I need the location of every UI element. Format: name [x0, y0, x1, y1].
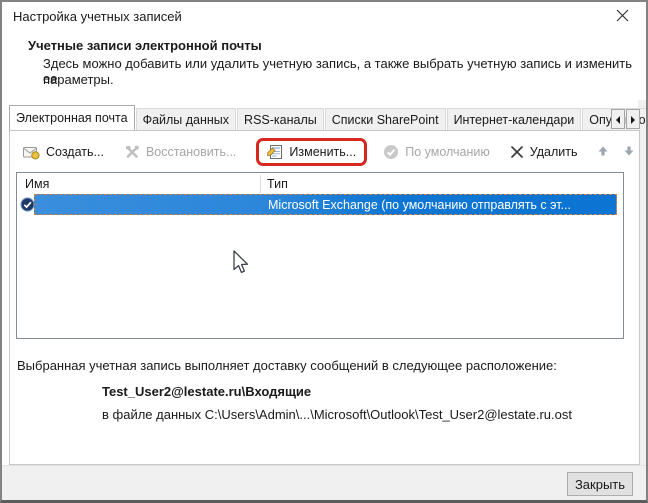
selected-row-highlight[interactable]: Microsoft Exchange (по умолчанию отправл…: [34, 194, 617, 215]
tab-scroll-right-button[interactable]: [626, 109, 640, 129]
accounts-list: Имя Тип Microsoft Exchange (по умолчанию…: [16, 172, 624, 339]
close-icon: [616, 9, 629, 25]
data-file-path-text: в файле данных C:\Users\Admin\...\Micros…: [102, 407, 572, 422]
accounts-toolbar: Создать... Восстановить...: [19, 140, 638, 164]
account-row-selected[interactable]: Microsoft Exchange (по умолчанию отправл…: [17, 194, 623, 216]
set-default-label: По умолчанию: [405, 145, 490, 159]
new-email-icon: [23, 145, 40, 160]
page-title: Учетные записи электронной почты: [28, 38, 262, 53]
repair-account-label: Восстановить...: [146, 145, 236, 159]
change-button-highlight-annotation: Изменить...: [256, 138, 367, 166]
tab-internet-calendars[interactable]: Интернет-календари: [447, 108, 582, 130]
tab-email[interactable]: Электронная почта: [9, 105, 135, 130]
change-account-button[interactable]: Изменить...: [263, 142, 360, 162]
column-header-type[interactable]: Тип: [267, 173, 288, 194]
page-description-line2: параметры.: [43, 72, 114, 87]
dialog-footer: Закрыть: [2, 465, 646, 501]
column-header-name[interactable]: Имя: [25, 173, 49, 194]
title-bar: Настройка учетных записей: [2, 2, 646, 32]
set-default-button: По умолчанию: [379, 142, 494, 162]
change-form-icon: [267, 144, 283, 160]
account-settings-dialog: Настройка учетных записей Учетные записи…: [0, 0, 648, 503]
page-description-line1: Здесь можно добавить или удалить учетную…: [43, 56, 646, 86]
chevron-right-icon: [630, 112, 636, 127]
default-account-badge-icon: [20, 197, 35, 217]
default-check-icon: [383, 144, 399, 160]
tab-sharepoint-lists[interactable]: Списки SharePoint: [325, 108, 446, 130]
arrow-down-icon: [623, 145, 635, 160]
email-tab-page: Создать... Восстановить...: [9, 130, 640, 465]
arrow-up-icon: [597, 145, 609, 160]
repair-account-button: Восстановить...: [120, 142, 240, 162]
column-separator: [260, 175, 261, 193]
move-down-button: [620, 143, 638, 162]
account-type-value: Microsoft Exchange (по умолчанию отправл…: [268, 198, 571, 212]
new-account-label: Создать...: [46, 145, 104, 159]
move-up-button: [594, 143, 612, 162]
delivery-info-text: Выбранная учетная запись выполняет доста…: [17, 358, 557, 373]
delivery-account-value: Test_User2@lestate.ru\Входящие: [102, 384, 311, 399]
tab-strip: Электронная почта Файлы данных RSS-канал…: [9, 106, 648, 130]
repair-tools-icon: [124, 144, 140, 160]
remove-account-button[interactable]: Удалить: [506, 143, 582, 161]
window-title: Настройка учетных записей: [13, 9, 182, 24]
close-button[interactable]: Закрыть: [567, 472, 633, 496]
tab-scroll-left-button[interactable]: [611, 109, 625, 129]
remove-account-label: Удалить: [530, 145, 578, 159]
tab-rss-feeds[interactable]: RSS-каналы: [237, 108, 324, 130]
delete-x-icon: [510, 145, 524, 159]
chevron-left-icon: [615, 112, 621, 127]
new-account-button[interactable]: Создать...: [19, 143, 108, 162]
change-account-label: Изменить...: [289, 145, 356, 159]
tab-data-files[interactable]: Файлы данных: [136, 108, 236, 130]
window-close-button[interactable]: [607, 5, 637, 29]
